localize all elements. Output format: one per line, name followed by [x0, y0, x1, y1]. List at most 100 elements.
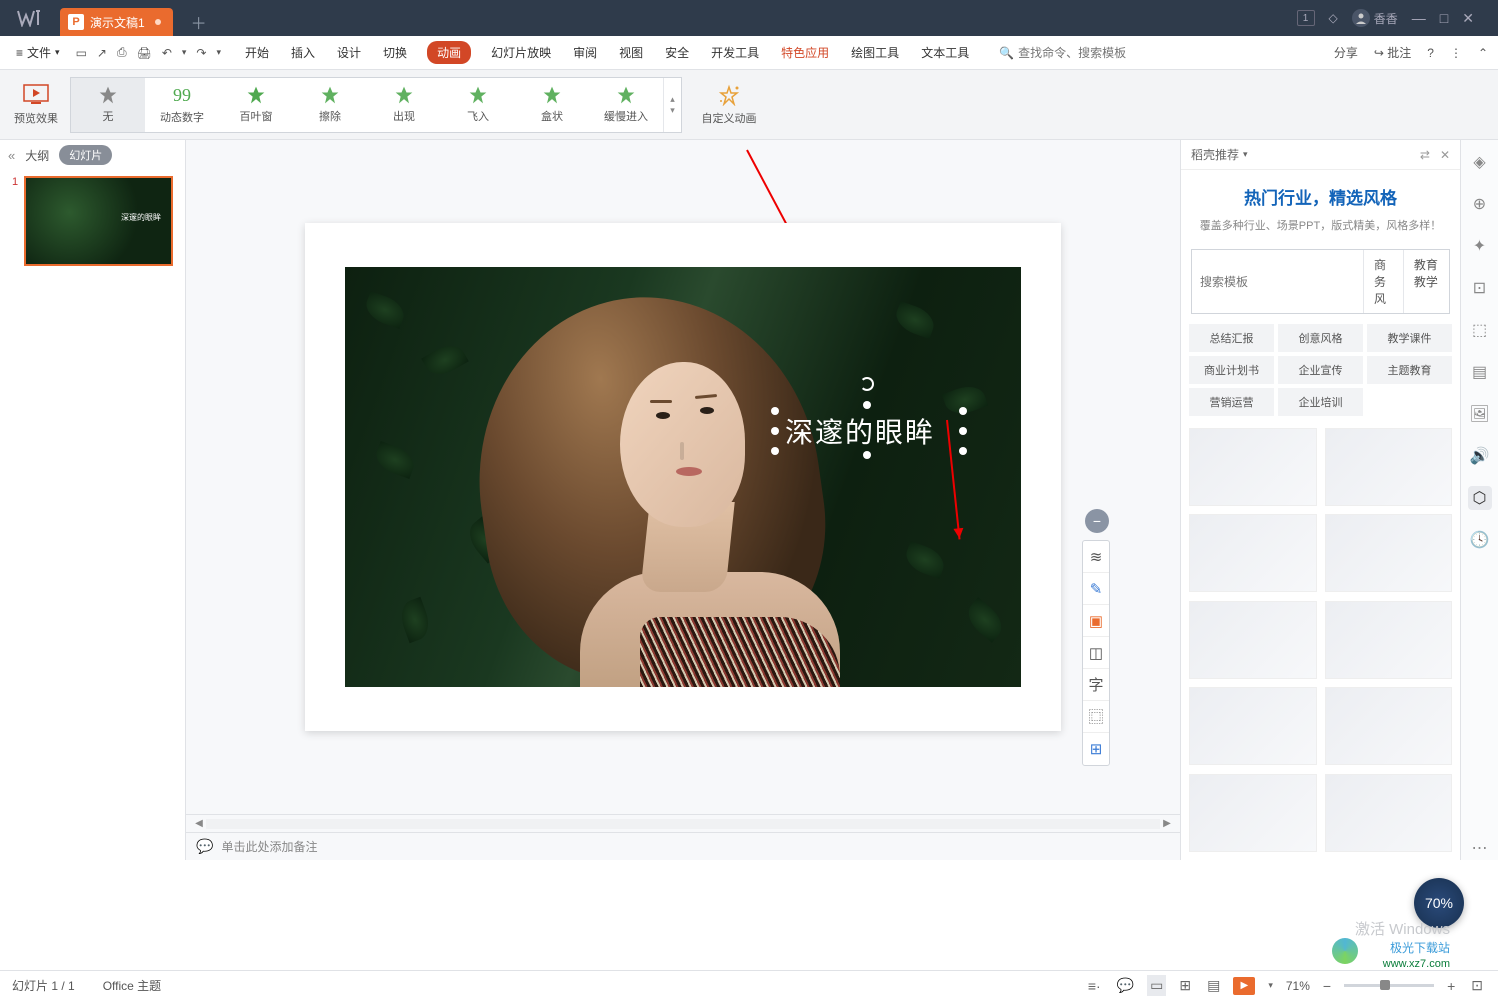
slideshow-dropdown-icon[interactable]: ▾	[1265, 978, 1276, 993]
normal-view-icon[interactable]: ▭	[1147, 975, 1166, 996]
rail-more-icon[interactable]: ⋯	[1468, 836, 1492, 860]
slides-tab[interactable]: 幻灯片	[59, 145, 112, 165]
template-item[interactable]	[1325, 774, 1453, 852]
panel-title[interactable]: 稻壳推荐 ▾	[1191, 146, 1248, 163]
close-button[interactable]: ✕	[1462, 10, 1474, 27]
resize-handle[interactable]	[771, 447, 779, 455]
command-search[interactable]: 🔍	[999, 46, 1148, 60]
resize-handle[interactable]	[771, 407, 779, 415]
template-search-input[interactable]	[1192, 250, 1363, 313]
custom-animation-button[interactable]: 自定义动画	[696, 75, 762, 135]
rail-navigate-icon[interactable]: ▤	[1468, 360, 1492, 384]
tag-courseware[interactable]: 教学课件	[1367, 324, 1452, 352]
tab-drawtools[interactable]: 绘图工具	[849, 40, 901, 65]
collapse-nav-button[interactable]: «	[8, 148, 15, 163]
rail-design-icon[interactable]: ◈	[1468, 150, 1492, 174]
outline-tab[interactable]: 大纲	[25, 147, 49, 164]
animation-gallery-more[interactable]: ▴ ▾	[663, 78, 681, 132]
help-button[interactable]: ?	[1427, 46, 1434, 60]
slide-thumbnail-1[interactable]: 1 深邃的眼眸	[0, 170, 185, 272]
text-format-icon[interactable]: 字	[1083, 669, 1109, 701]
animation-blinds[interactable]: 百叶窗	[219, 78, 293, 132]
animation-flyin[interactable]: 飞入	[441, 78, 515, 132]
select-icon[interactable]: ⿴	[1083, 701, 1109, 733]
open-icon[interactable]: ▭	[76, 46, 87, 60]
more-button[interactable]: ⋮	[1450, 46, 1462, 60]
animation-dynamic-number[interactable]: 99 动态数字	[145, 78, 219, 132]
file-menu[interactable]: ≡ 文件 ▾	[10, 40, 66, 65]
sorter-view-icon[interactable]: ⊞	[1176, 975, 1194, 996]
search-input[interactable]	[1018, 46, 1148, 60]
panel-settings-icon[interactable]: ⇄	[1420, 148, 1430, 162]
tag-creative[interactable]: 创意风格	[1278, 324, 1363, 352]
zoom-knob[interactable]	[1380, 980, 1390, 990]
template-item[interactable]	[1189, 428, 1317, 506]
tab-view[interactable]: 视图	[617, 40, 645, 65]
crop-icon[interactable]: ◫	[1083, 637, 1109, 669]
tab-featured[interactable]: 特色应用	[779, 40, 831, 65]
slide-text-box[interactable]: 深邃的眼眸	[775, 407, 945, 455]
search-filter-business[interactable]: 商务风	[1363, 250, 1403, 313]
notification-badge[interactable]: 1	[1297, 10, 1315, 26]
rail-audio-icon[interactable]: 🔊	[1468, 444, 1492, 468]
resize-handle[interactable]	[863, 401, 871, 409]
animation-appear[interactable]: 出现	[367, 78, 441, 132]
tag-corp-promo[interactable]: 企业宣传	[1278, 356, 1363, 384]
document-tab[interactable]: P 演示文稿1	[60, 8, 173, 36]
skin-icon[interactable]: ◇	[1329, 11, 1338, 25]
layers-icon[interactable]: ≋	[1083, 541, 1109, 573]
maximize-button[interactable]: □	[1440, 10, 1448, 27]
tab-texttools[interactable]: 文本工具	[919, 40, 971, 65]
template-item[interactable]	[1325, 687, 1453, 765]
notes-toggle-icon[interactable]: ≡·	[1085, 976, 1104, 996]
tab-review[interactable]: 审阅	[571, 40, 599, 65]
redo-icon[interactable]: ↷	[196, 46, 206, 60]
tag-corp-training[interactable]: 企业培训	[1278, 388, 1363, 416]
tab-security[interactable]: 安全	[663, 40, 691, 65]
comments-toggle-icon[interactable]: 💬	[1114, 975, 1137, 996]
panel-close-icon[interactable]: ✕	[1440, 148, 1450, 162]
template-item[interactable]	[1189, 601, 1317, 679]
template-item[interactable]	[1189, 774, 1317, 852]
slideshow-button[interactable]: ▶	[1233, 977, 1255, 995]
animation-box[interactable]: 盒状	[515, 78, 589, 132]
resize-handle[interactable]	[959, 447, 967, 455]
resize-handle[interactable]	[959, 407, 967, 415]
zoom-in-button[interactable]: +	[1444, 976, 1458, 996]
animation-slow-in[interactable]: 缓慢进入	[589, 78, 663, 132]
scroll-left-button[interactable]: ◀	[192, 817, 206, 831]
zoom-out-button[interactable]: −	[1320, 976, 1334, 996]
resize-handle[interactable]	[771, 427, 779, 435]
rail-property-icon[interactable]: ⊡	[1468, 276, 1492, 300]
tab-insert[interactable]: 插入	[289, 40, 317, 65]
animation-none[interactable]: 无	[71, 78, 145, 132]
print-preview-icon[interactable]: 🖨	[137, 46, 152, 60]
rail-resource-icon[interactable]: ⬡	[1468, 486, 1492, 510]
image-icon[interactable]: ▣	[1083, 605, 1109, 637]
undo-dropdown-icon[interactable]: ▾	[182, 47, 187, 58]
notes-pane[interactable]: 💬 单击此处添加备注	[186, 832, 1180, 860]
template-item[interactable]	[1189, 514, 1317, 592]
preview-effect-button[interactable]: 预览效果	[8, 75, 64, 135]
template-item[interactable]	[1325, 514, 1453, 592]
horizontal-scrollbar[interactable]: ◀ ▶	[186, 814, 1180, 832]
slide-photo[interactable]: 深邃的眼眸	[345, 267, 1021, 687]
tag-marketing[interactable]: 营销运营	[1189, 388, 1274, 416]
rail-transition-icon[interactable]: ⊕	[1468, 192, 1492, 216]
animation-wipe[interactable]: 擦除	[293, 78, 367, 132]
tag-summary[interactable]: 总结汇报	[1189, 324, 1274, 352]
tab-slideshow[interactable]: 幻灯片放映	[489, 40, 553, 65]
zoom-level[interactable]: 71%	[1286, 979, 1310, 993]
tag-theme-edu[interactable]: 主题教育	[1367, 356, 1452, 384]
tab-design[interactable]: 设计	[335, 40, 363, 65]
search-filter-education[interactable]: 教育教学	[1403, 250, 1449, 313]
tab-devtools[interactable]: 开发工具	[709, 40, 761, 65]
resize-handle[interactable]	[863, 451, 871, 459]
template-item[interactable]	[1325, 601, 1453, 679]
slide-canvas[interactable]: 深邃的眼眸 − ≋	[186, 140, 1180, 814]
collapse-ribbon-button[interactable]: ⌃	[1478, 46, 1488, 60]
resize-handle[interactable]	[959, 427, 967, 435]
grid-icon[interactable]: ⊞	[1083, 733, 1109, 765]
scroll-right-button[interactable]: ▶	[1160, 817, 1174, 831]
redo-dropdown-icon[interactable]: ▾	[216, 47, 221, 58]
